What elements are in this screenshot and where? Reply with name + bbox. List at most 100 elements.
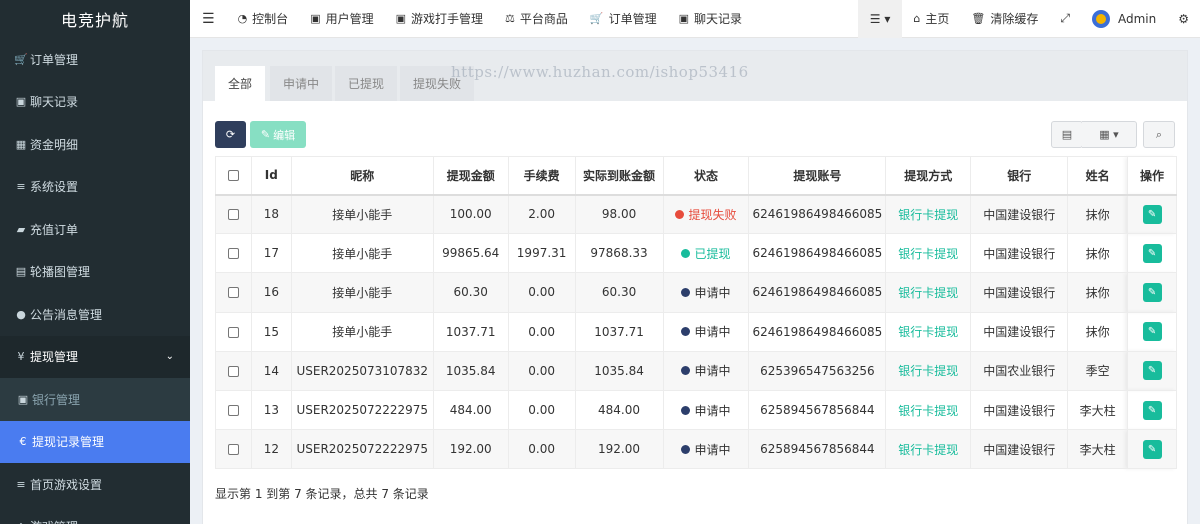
cell-method[interactable]: 银行卡提现: [885, 350, 972, 391]
sidebar-item-8[interactable]: ▣ 银行管理: [0, 378, 190, 421]
sidebar-item-11[interactable]: ◆游戏管理: [0, 506, 190, 524]
row-checkbox[interactable]: [227, 209, 239, 221]
col-nickname[interactable]: 昵称: [290, 156, 434, 196]
top-nav-item-1[interactable]: ▣ 用户管理: [299, 0, 384, 38]
sidebar-item-2[interactable]: ▦ 资金明细: [0, 123, 190, 166]
brand-logo[interactable]: 电竞护航: [0, 0, 190, 38]
sidebar-menu: 🛒 订单管理 ▣ 聊天记录 ▦ 资金明细 ≡ 系统设置 ▰ 充值订单 ▤ 轮播图管理 ● 公告消息管理 ¥ 提…: [0, 38, 190, 524]
cell-name: 抹你: [1067, 193, 1129, 235]
col-bank[interactable]: 银行: [970, 156, 1069, 196]
row-edit-button[interactable]: ✎: [1142, 204, 1162, 224]
toggle-view-button[interactable]: ▤: [1051, 121, 1083, 148]
list-icon: ≡: [16, 180, 26, 194]
col-account[interactable]: 提现账号: [748, 156, 887, 196]
refresh-button[interactable]: ⟳: [215, 121, 246, 148]
sidebar-item-4[interactable]: ▰ 充值订单: [0, 208, 190, 251]
cell-actual: 192.00: [574, 429, 664, 470]
row-checkbox[interactable]: [227, 287, 239, 299]
tab-applying[interactable]: 申请中: [270, 66, 333, 101]
row-edit-button[interactable]: ✎: [1142, 439, 1162, 459]
col-amount[interactable]: 提现金额: [432, 156, 509, 196]
row-checkbox[interactable]: [227, 365, 239, 377]
cell-method[interactable]: 银行卡提现: [885, 311, 972, 352]
col-operation: 操作: [1127, 156, 1177, 196]
row-select-cell: [215, 429, 252, 470]
table-row[interactable]: 17 接单小能手 99865.64 1997.31 97868.33 已提现 6246198…: [215, 233, 1177, 274]
cell-actual: 98.00: [574, 193, 664, 235]
cell-method[interactable]: 银行卡提现: [885, 272, 972, 313]
row-checkbox[interactable]: [227, 248, 239, 260]
row-checkbox[interactable]: [227, 444, 239, 456]
nav-icon: ⚖: [505, 12, 515, 25]
sidebar-item-0[interactable]: 🛒 订单管理: [0, 38, 190, 81]
cell-bank: 中国农业银行: [970, 350, 1069, 391]
cell-operation: ✎: [1127, 350, 1177, 391]
watermark: https://www.huzhan.com/ishop53416: [451, 63, 749, 81]
row-edit-button[interactable]: ✎: [1142, 322, 1162, 342]
row-edit-button[interactable]: ✎: [1142, 243, 1162, 263]
fullscreen-button[interactable]: ⤢: [1049, 0, 1081, 38]
status-badge: 提现失败: [675, 206, 736, 223]
sidebar-item-6[interactable]: ● 公告消息管理: [0, 293, 190, 336]
col-name[interactable]: 姓名: [1067, 156, 1129, 196]
user-menu[interactable]: Admin: [1081, 0, 1167, 38]
table-row[interactable]: 14 USER2025073107832 1035.84 0.00 1035.84 申请中…: [215, 350, 1177, 391]
search-button[interactable]: ⌕: [1143, 121, 1175, 148]
status-text: 申请中: [694, 285, 731, 300]
columns-button[interactable]: ▦ ▾: [1082, 121, 1137, 148]
nav-icon: ◔: [237, 12, 248, 25]
table-row[interactable]: 12 USER2025072222975 192.00 0.00 192.00 申请中 62…: [215, 429, 1177, 470]
sidebar-item-3[interactable]: ≡ 系统设置: [0, 166, 190, 209]
col-actual[interactable]: 实际到账金额: [574, 156, 664, 196]
col-status[interactable]: 状态: [662, 156, 750, 196]
top-nav-item-5[interactable]: ▣ 聊天记录: [668, 0, 753, 38]
table-row[interactable]: 18 接单小能手 100.00 2.00 98.00 提现失败 62461986498466…: [215, 193, 1177, 235]
row-checkbox[interactable]: [227, 326, 239, 338]
list-alt-icon: ▤: [1061, 128, 1073, 141]
cell-fee: 0.00: [507, 429, 576, 470]
nav-dropdown-button[interactable]: ☰ ▾: [857, 0, 903, 38]
tab-all[interactable]: 全部: [215, 66, 266, 101]
table-row[interactable]: 15 接单小能手 1037.71 0.00 1037.71 申请中 624619864984…: [215, 311, 1177, 352]
clear-cache-link[interactable]: 🗑 清除缓存: [960, 0, 1049, 38]
table-row[interactable]: 16 接单小能手 60.30 0.00 60.30 申请中 6246198649846608…: [215, 272, 1177, 313]
row-select-cell: [215, 233, 252, 274]
status-badge: 申请中: [681, 323, 730, 340]
edit-button[interactable]: ✎ 编辑: [250, 121, 306, 148]
list-icon: ☰ ▾: [869, 11, 891, 26]
row-edit-button[interactable]: ✎: [1142, 400, 1162, 420]
col-fee[interactable]: 手续费: [507, 156, 576, 196]
cell-amount: 100.00: [432, 193, 509, 235]
cell-amount: 99865.64: [432, 233, 509, 274]
tab-withdrawn[interactable]: 已提现: [335, 66, 398, 101]
cell-method[interactable]: 银行卡提现: [885, 193, 972, 235]
sidebar-item-7[interactable]: ¥ 提现管理 ⌄: [0, 335, 190, 378]
cell-status: 申请中: [662, 350, 750, 391]
row-checkbox[interactable]: [227, 405, 239, 417]
col-method[interactable]: 提现方式: [885, 156, 972, 196]
cell-bank: 中国建设银行: [970, 429, 1069, 470]
table-row[interactable]: 13 USER2025072222975 484.00 0.00 484.00 申请中 62…: [215, 389, 1177, 431]
sidebar-toggle-button[interactable]: ☰: [190, 0, 227, 38]
home-link[interactable]: ⌂ 主页: [902, 0, 960, 38]
status-badge: 已提现: [681, 245, 730, 262]
sidebar-item-9[interactable]: € 提现记录管理: [0, 420, 190, 463]
row-edit-button[interactable]: ✎: [1142, 361, 1162, 381]
select-all-checkbox[interactable]: [227, 170, 239, 182]
cell-account: 62461986498466085: [748, 233, 887, 274]
col-id[interactable]: Id: [250, 156, 292, 196]
sidebar-item-1[interactable]: ▣ 聊天记录: [0, 81, 190, 124]
top-nav-item-2[interactable]: ▣ 游戏打手管理: [385, 0, 494, 38]
top-nav-item-0[interactable]: ◔ 控制台: [227, 0, 300, 38]
cell-method[interactable]: 银行卡提现: [885, 233, 972, 274]
avatar: [1091, 9, 1110, 28]
settings-button[interactable]: ⚙: [1167, 0, 1200, 38]
top-nav-item-4[interactable]: 🛒 订单管理: [579, 0, 668, 38]
cell-method[interactable]: 银行卡提现: [885, 429, 972, 470]
cell-method[interactable]: 银行卡提现: [885, 389, 972, 431]
sidebar-item-5[interactable]: ▤ 轮播图管理: [0, 251, 190, 294]
top-nav-item-3[interactable]: ⚖ 平台商品: [494, 0, 579, 38]
row-edit-button[interactable]: ✎: [1142, 282, 1162, 302]
table-header-row: Id 昵称 提现金额 手续费 实际到账金额 状态 提现账号 提现方式 银行 姓名…: [215, 156, 1177, 196]
sidebar-item-10[interactable]: ≡ 首页游戏设置: [0, 463, 190, 506]
